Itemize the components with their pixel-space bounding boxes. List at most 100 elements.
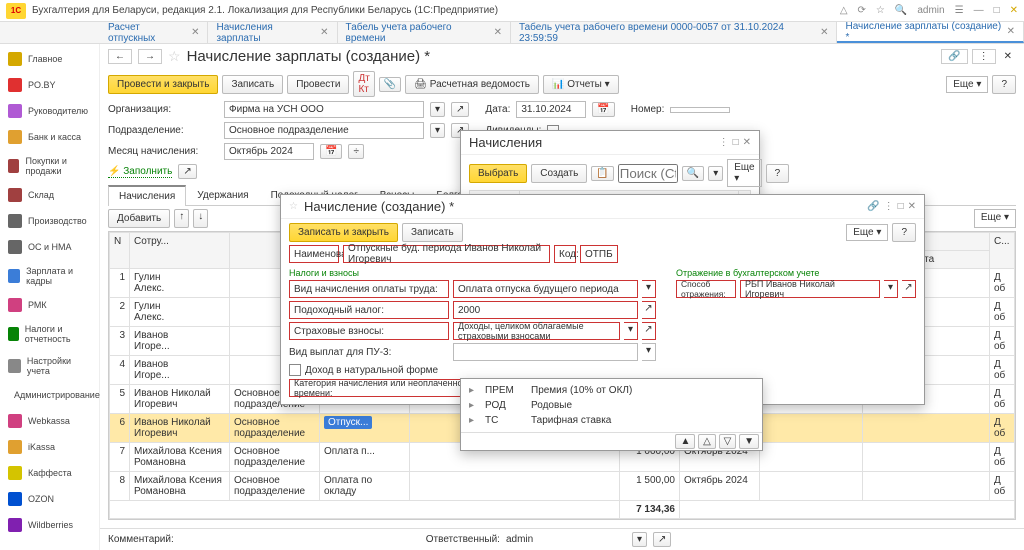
dlg1-min-icon[interactable]: □: [733, 137, 739, 148]
sidebar-item[interactable]: PO.BY: [0, 72, 99, 98]
fill-open[interactable]: ↗: [178, 164, 196, 179]
sidebar-item[interactable]: Покупки и продажи: [0, 150, 99, 182]
doc-tab[interactable]: Расчет отпускных✕: [100, 22, 208, 43]
forward-button[interactable]: →: [138, 49, 162, 64]
resp-open[interactable]: ↗: [653, 532, 671, 547]
user-label[interactable]: admin: [917, 5, 944, 16]
dlg2-star[interactable]: ☆: [289, 201, 298, 212]
sidebar-item[interactable]: Производство: [0, 208, 99, 234]
add-button[interactable]: Добавить: [108, 209, 170, 228]
fill-link[interactable]: ⚡ Заполнить: [108, 166, 172, 178]
grid-more-button[interactable]: Еще ▾: [974, 209, 1016, 228]
dt-kt-button[interactable]: ДтКт: [353, 71, 374, 97]
ins-dropdown[interactable]: ▾: [624, 322, 638, 340]
copy-icon[interactable]: 📋: [591, 166, 613, 181]
dlg1-more-icon[interactable]: ⋮: [719, 137, 729, 148]
itax-open[interactable]: ↗: [642, 301, 656, 319]
tree-item[interactable]: ▸РОДРодовые: [469, 398, 754, 413]
sidebar-item[interactable]: Налоги и отчетность: [0, 318, 99, 350]
sidebar-item[interactable]: Администрирование: [0, 382, 99, 408]
ins-field[interactable]: Доходы, целиком облагаемые страховыми вз…: [453, 322, 620, 340]
num-field[interactable]: [670, 107, 730, 113]
chevron-right-icon[interactable]: ▸: [469, 400, 479, 411]
doc-tab[interactable]: Табель учета рабочего времени✕: [338, 22, 511, 43]
create-button[interactable]: Создать: [531, 164, 587, 183]
tab-close-icon[interactable]: ✕: [1007, 26, 1015, 37]
sidebar-item[interactable]: Настройки учета: [0, 350, 99, 382]
sidebar-item[interactable]: ОС и НМА: [0, 234, 99, 260]
dlg2-more-button[interactable]: Еще ▾: [846, 224, 888, 241]
itax-field[interactable]: 2000: [453, 301, 638, 319]
sidebar-item[interactable]: Руководителю: [0, 98, 99, 124]
dlg2-close-icon[interactable]: ✕: [908, 201, 916, 212]
dlg2-save-close-button[interactable]: Записать и закрыть: [289, 223, 398, 242]
sidebar-item[interactable]: iKassa: [0, 434, 99, 460]
sidebar-item[interactable]: РМК: [0, 292, 99, 318]
chevron-right-icon[interactable]: ▸: [469, 385, 479, 396]
post-close-button[interactable]: Провести и закрыть: [108, 75, 218, 94]
menu-icon[interactable]: ☰: [955, 5, 964, 16]
link-icon[interactable]: 🔗: [941, 49, 967, 64]
tree-up-icon[interactable]: △: [698, 434, 716, 449]
table-row[interactable]: 8Михайлова КсенияРомановнаОсновноеподраз…: [110, 472, 1015, 501]
refl-open[interactable]: ↗: [902, 280, 916, 298]
div-field[interactable]: Основное подразделение: [224, 122, 424, 139]
sidebar-item[interactable]: Банк и касса: [0, 124, 99, 150]
window-close-icon[interactable]: ✕: [1000, 49, 1016, 64]
tree-down-icon[interactable]: ▽: [719, 434, 737, 449]
reports-button[interactable]: 📊 Отчеты ▾: [543, 75, 619, 94]
pu3-dropdown[interactable]: ▾: [642, 343, 656, 361]
sidebar-item[interactable]: OZON: [0, 486, 99, 512]
col-s[interactable]: С...: [990, 233, 1015, 269]
sidebar-item[interactable]: Wildberries: [0, 512, 99, 538]
find-icon[interactable]: 🔍: [682, 166, 704, 181]
month-picker-icon[interactable]: 📅: [320, 144, 342, 159]
refl-dropdown[interactable]: ▾: [884, 280, 898, 298]
tab-close-icon[interactable]: ✕: [494, 27, 502, 38]
row-down-icon[interactable]: ↓: [193, 209, 208, 228]
attach-icon[interactable]: 📎: [379, 77, 401, 92]
org-dropdown[interactable]: ▾: [430, 102, 445, 117]
subtab[interactable]: Удержания: [186, 185, 259, 205]
dlg2-more-icon[interactable]: ⋮: [884, 201, 894, 212]
save-button[interactable]: Записать: [222, 75, 283, 94]
doc-tab[interactable]: Начисление зарплаты (создание) *✕: [837, 22, 1024, 43]
date-picker-icon[interactable]: 📅: [592, 102, 614, 117]
pu3-field[interactable]: [453, 343, 638, 361]
subtab[interactable]: Начисления: [108, 185, 186, 206]
natural-check[interactable]: [289, 364, 301, 376]
sidebar-item[interactable]: Каффеста: [0, 460, 99, 486]
chevron-right-icon[interactable]: ▸: [469, 415, 479, 426]
dlg1-close-icon[interactable]: ✕: [743, 137, 751, 148]
code-field[interactable]: ОТПБ: [580, 245, 618, 263]
choose-button[interactable]: Выбрать: [469, 164, 527, 183]
col-n[interactable]: N: [110, 233, 130, 269]
type-field[interactable]: Оплата отпуска будущего периода: [453, 280, 638, 298]
tree-item[interactable]: ▸ПРЕМПремия (10% от ОКЛ): [469, 383, 754, 398]
more-icon[interactable]: ⋮: [972, 49, 996, 64]
sidebar-item[interactable]: Склад: [0, 182, 99, 208]
tree-last-icon[interactable]: ▼: [739, 434, 759, 449]
name-field[interactable]: Отпускные буд. периода Иванов Николай Иг…: [343, 245, 550, 263]
tree-item[interactable]: ▸ТСТарифная ставка: [469, 413, 754, 428]
row-up-icon[interactable]: ↑: [174, 209, 189, 228]
month-field[interactable]: Октябрь 2024: [224, 143, 314, 160]
minimize-icon[interactable]: —: [974, 5, 984, 16]
resp-field[interactable]: admin: [506, 534, 626, 545]
dlg1-help-button[interactable]: ?: [766, 164, 790, 183]
post-button[interactable]: Провести: [287, 75, 349, 94]
resp-dropdown[interactable]: ▾: [632, 532, 647, 547]
search-input[interactable]: [618, 164, 678, 183]
close-icon[interactable]: ✕: [1010, 5, 1018, 16]
sidebar-item[interactable]: Webkassa: [0, 408, 99, 434]
history-icon[interactable]: ⟳: [858, 5, 866, 16]
search-icon[interactable]: 🔍: [895, 5, 907, 16]
refl-field[interactable]: РБП Иванов Николай Игоревич: [740, 280, 880, 298]
back-button[interactable]: ←: [108, 49, 132, 64]
org-field[interactable]: Фирма на УСН ООО: [224, 101, 424, 118]
notify-icon[interactable]: △: [840, 5, 848, 16]
help-button[interactable]: ?: [992, 75, 1016, 94]
maximize-icon[interactable]: □: [994, 5, 1000, 16]
type-dropdown[interactable]: ▾: [642, 280, 656, 298]
dlg2-max-icon[interactable]: □: [898, 201, 904, 212]
